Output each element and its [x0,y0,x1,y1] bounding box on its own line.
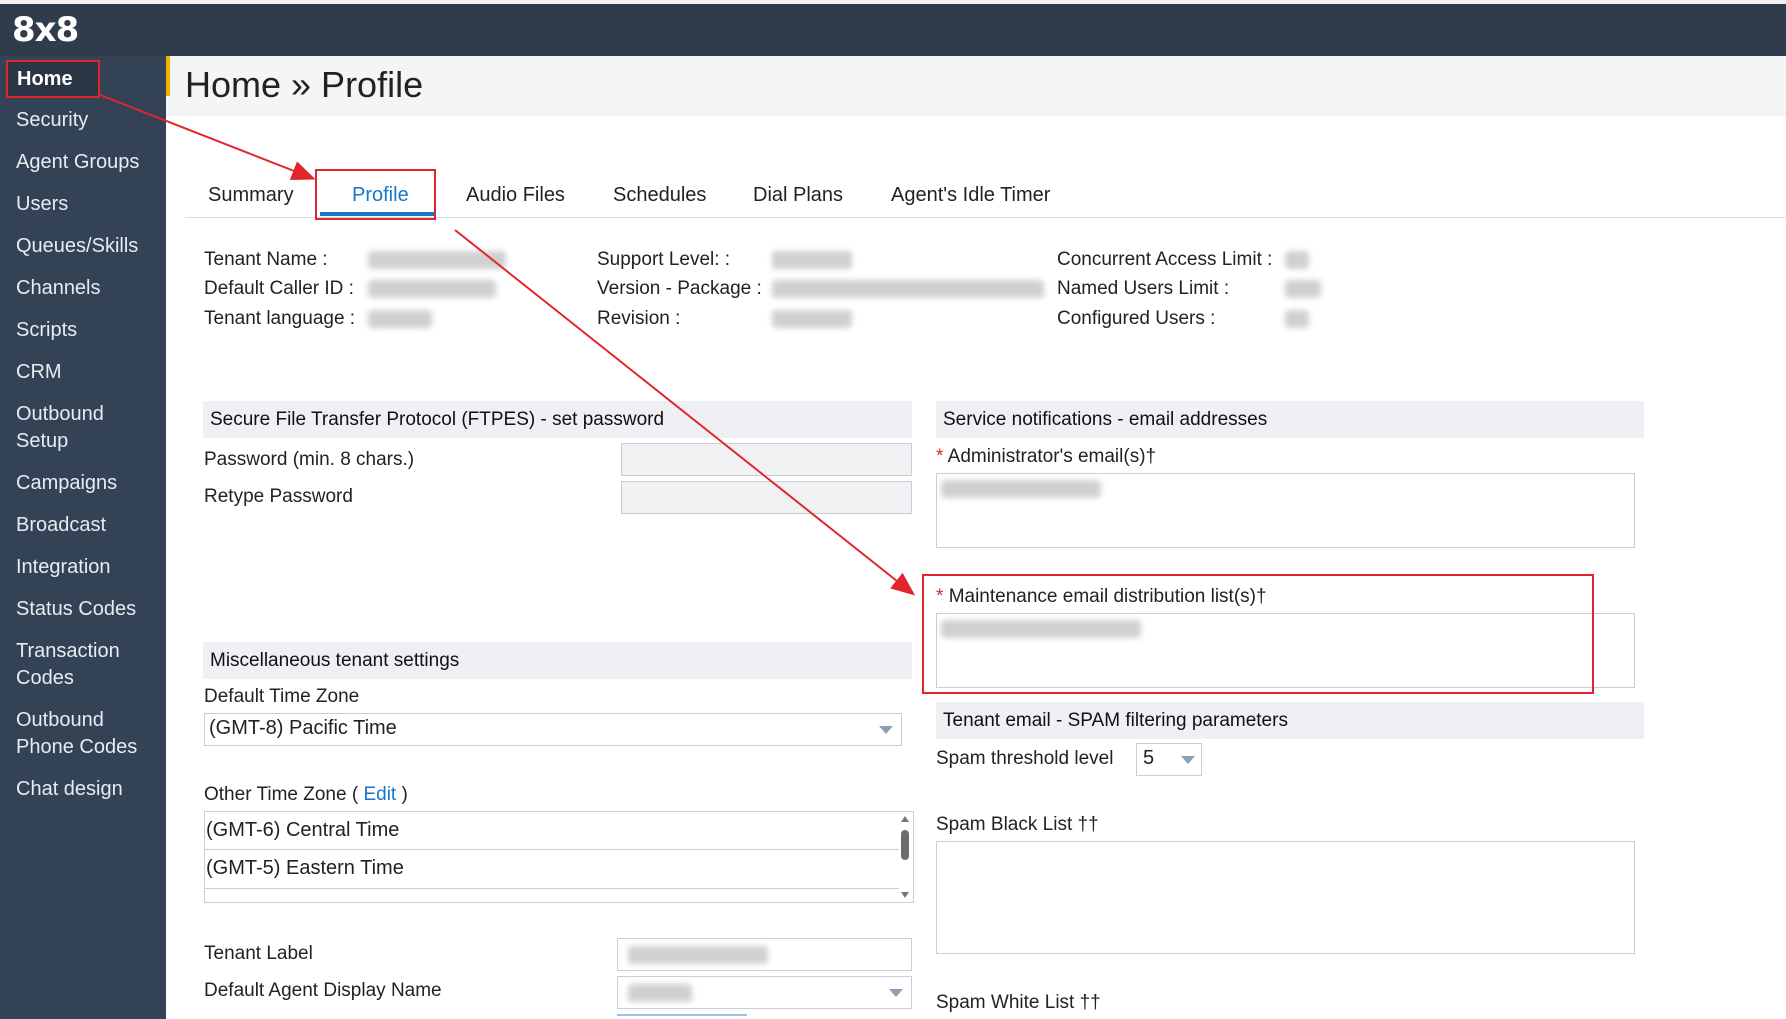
list-item[interactable]: (GMT-6) Central Time [206,819,896,842]
tenant-label-label: Tenant Label [204,943,313,964]
list-item[interactable]: (GMT-5) Eastern Time [206,857,896,880]
scrollbar-thumb[interactable] [901,830,909,860]
tenant-language-label: Tenant language : [204,308,356,329]
ftpes-password-input[interactable] [621,443,912,476]
admin-email-label-text: Administrator's email(s)† [947,446,1157,467]
support-level-value-redacted [772,251,852,269]
top-bar: 8x8 [0,0,1786,56]
admin-email-value-redacted [941,480,1101,498]
other-time-zone-label: Other Time Zone ( Edit ) [204,784,408,806]
tenant-language-value-redacted [368,310,432,328]
sidebar-item-crm[interactable]: CRM [16,359,62,386]
sidebar-item-campaigns[interactable]: Campaigns [16,470,117,497]
sidebar-item-status-codes[interactable]: Status Codes [16,596,136,623]
default-caller-id-label: Default Caller ID : [204,278,354,299]
scroll-down-icon[interactable] [901,892,909,898]
revision-value-redacted [772,310,852,328]
required-marker: * [936,446,944,467]
other-time-zone-label-close: ) [401,784,408,805]
version-package-value-redacted [772,280,1044,298]
sidebar-item-home[interactable]: Home [6,60,100,98]
concurrent-access-limit-value-redacted [1285,251,1309,269]
named-users-limit-value-redacted [1285,280,1321,298]
chevron-down-icon [889,989,903,997]
sidebar-item-label-line2: Setup [16,430,69,452]
spam-threshold-label: Spam threshold level [936,748,1114,769]
notifications-section-header: Service notifications - email addresses [936,401,1644,438]
chevron-down-icon [879,726,893,734]
ftpes-retype-password-input[interactable] [621,481,912,514]
spam-black-list-textarea[interactable] [936,841,1635,954]
ftpes-section-header: Secure File Transfer Protocol (FTPES) - … [203,401,912,438]
sidebar-item-label: Outbound [16,403,104,425]
sidebar-item-label-line2: Codes [16,667,74,689]
sidebar-item-queues-skills[interactable]: Queues/Skills [16,233,138,260]
edit-time-zone-link[interactable]: Edit [363,784,396,805]
spam-threshold-value: 5 [1143,747,1155,769]
list-separator [205,888,899,889]
misc-section-header: Miscellaneous tenant settings [203,642,912,679]
named-users-limit-label: Named Users Limit : [1057,278,1230,299]
tab-dial-plans[interactable]: Dial Plans [753,184,843,207]
sidebar-item-transaction-codes[interactable]: Transaction Codes [16,638,120,692]
reset-link-fragment[interactable] [617,1014,747,1016]
sidebar-item-label-line2: Phone Codes [16,736,138,758]
annotation-box-profile-tab [315,169,436,220]
sidebar-item-channels[interactable]: Channels [16,275,101,302]
admin-email-label: * Administrator's email(s)† [936,446,1156,468]
top-strip [0,0,1786,4]
default-time-zone-value: (GMT-8) Pacific Time [209,717,397,739]
revision-label: Revision : [597,308,681,329]
sidebar-item-chat-design[interactable]: Chat design [16,776,123,803]
sidebar-item-integration[interactable]: Integration [16,554,111,581]
chevron-down-icon [1181,756,1195,764]
spam-section-header: Tenant email - SPAM filtering parameters [936,702,1644,739]
configured-users-label: Configured Users : [1057,308,1216,329]
tenant-label-input[interactable] [617,938,912,971]
scroll-up-icon[interactable] [901,816,909,822]
support-level-label: Support Level: : [597,249,731,270]
sidebar-item-agent-groups[interactable]: Agent Groups [16,149,139,176]
retype-password-label: Retype Password [204,486,353,507]
sidebar-item-label: Transaction [16,640,120,662]
agent-display-name-value-redacted [628,984,692,1002]
tab-summary[interactable]: Summary [208,184,294,207]
tab-agents-idle-timer[interactable]: Agent's Idle Timer [891,184,1050,207]
password-label: Password (min. 8 chars.) [204,449,415,470]
tenant-name-label: Tenant Name : [204,249,328,270]
default-caller-id-value-redacted [368,280,496,298]
title-accent [166,56,170,96]
tenant-name-value-redacted [368,251,506,269]
tenant-label-value-redacted [628,946,768,964]
sidebar-item-outbound-setup[interactable]: Outbound Setup [16,401,104,455]
spam-white-list-label: Spam White List †† [936,992,1101,1013]
sidebar-item-broadcast[interactable]: Broadcast [16,512,106,539]
tab-schedules[interactable]: Schedules [613,184,706,207]
tab-audio-files[interactable]: Audio Files [466,184,565,207]
spam-black-list-label: Spam Black List †† [936,814,1099,835]
agent-display-name-label: Default Agent Display Name [204,980,442,1001]
default-time-zone-label: Default Time Zone [204,686,360,707]
list-separator [205,849,899,850]
agent-display-name-select[interactable] [617,976,912,1009]
sidebar-item-scripts[interactable]: Scripts [16,317,77,344]
sidebar-item-security[interactable]: Security [16,107,88,134]
spam-threshold-select[interactable]: 5 [1136,743,1202,776]
configured-users-value-redacted [1285,310,1309,328]
concurrent-access-limit-label: Concurrent Access Limit : [1057,249,1273,270]
admin-email-textarea[interactable] [936,473,1635,548]
annotation-box-maint-email [922,574,1594,694]
app-logo[interactable]: 8x8 [12,10,79,50]
page-title: Home » Profile [185,64,424,105]
version-package-label: Version - Package : [597,278,762,299]
default-time-zone-select[interactable]: (GMT-8) Pacific Time [204,713,902,746]
other-time-zone-label-text: Other Time Zone ( [204,784,359,805]
sidebar-item-users[interactable]: Users [16,191,68,218]
sidebar-item-label: Outbound [16,709,104,731]
sidebar-item-outbound-phone-codes[interactable]: Outbound Phone Codes [16,707,137,761]
